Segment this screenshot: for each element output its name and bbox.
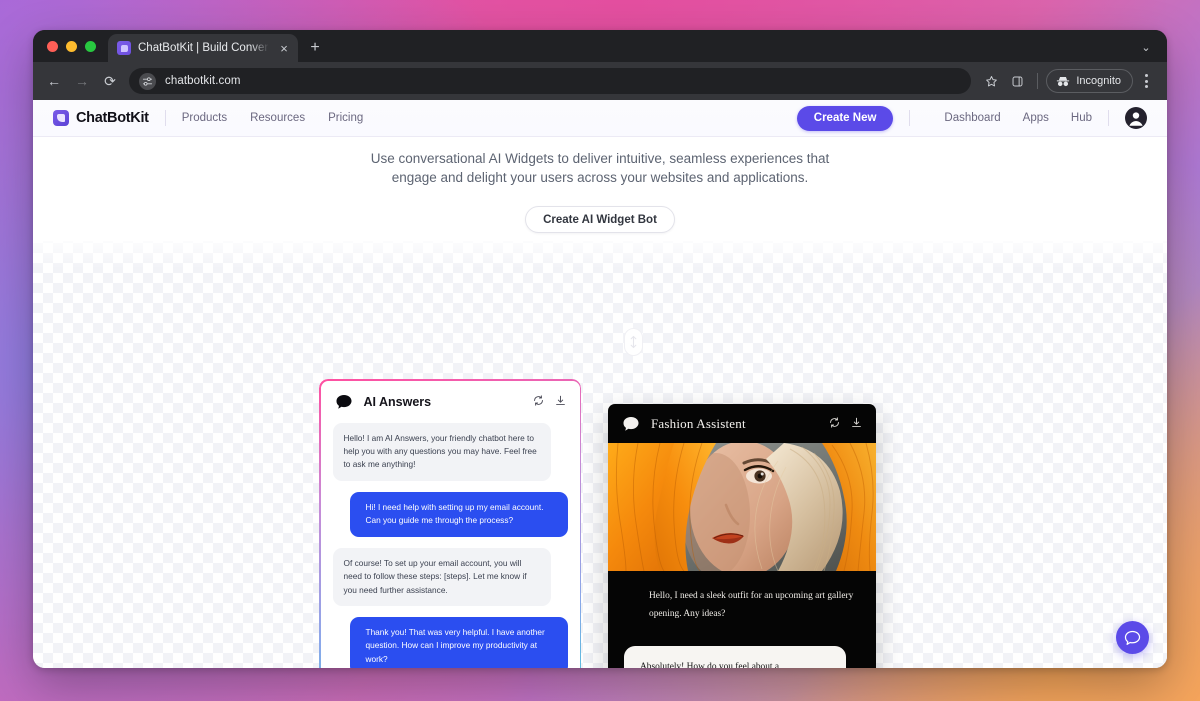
header-divider-2 xyxy=(909,110,911,126)
browser-menu-icon[interactable] xyxy=(1135,69,1157,93)
ai-answers-widget[interactable]: AI Answers Hello! I am AI Answers, your … xyxy=(319,379,581,668)
browser-window: ChatBotKit | Build Conversati × + ⌄ ← → … xyxy=(33,30,1167,668)
download-icon[interactable] xyxy=(555,393,566,411)
bookmark-star-icon[interactable] xyxy=(979,69,1003,93)
refresh-icon[interactable] xyxy=(829,415,840,433)
browser-toolbar: ← → ⟳ chatbotkit.com Incognito xyxy=(33,62,1167,100)
tab-title: ChatBotKit | Build Conversati xyxy=(138,42,269,54)
chat-message-user: Hi! I need help with setting up my email… xyxy=(349,491,568,537)
side-panel-icon[interactable] xyxy=(1005,69,1029,93)
browser-tab[interactable]: ChatBotKit | Build Conversati × xyxy=(108,34,298,62)
close-tab-icon[interactable]: × xyxy=(276,40,292,56)
ai-answers-widget-actions xyxy=(533,393,566,411)
nav-item-hub[interactable]: Hub xyxy=(1071,112,1092,124)
speech-bubble-icon xyxy=(335,394,353,410)
toolbar-divider xyxy=(1037,73,1039,89)
address-bar[interactable]: chatbotkit.com xyxy=(129,68,972,94)
new-tab-icon[interactable]: + xyxy=(302,34,328,62)
brand-name: ChatBotKit xyxy=(76,110,149,126)
ai-answers-widget-header: AI Answers xyxy=(321,381,580,419)
header-divider-3 xyxy=(1108,110,1109,126)
download-icon[interactable] xyxy=(851,415,862,433)
chat-message-user: Thank you! That was very helpful. I have… xyxy=(349,617,568,668)
nav-item-pricing[interactable]: Pricing xyxy=(328,112,363,124)
ai-answers-widget-inner: AI Answers Hello! I am AI Answers, your … xyxy=(320,380,580,668)
widget-preview-canvas: AI Answers Hello! I am AI Answers, your … xyxy=(33,233,1167,668)
forward-button[interactable]: → xyxy=(69,68,95,94)
chatbotkit-favicon xyxy=(117,41,131,55)
ai-answers-message-list: Hello! I am AI Answers, your friendly ch… xyxy=(321,419,580,668)
avatar[interactable] xyxy=(1125,107,1147,129)
site-header: ChatBotKit Products Resources Pricing Cr… xyxy=(33,100,1167,137)
minimize-window-button[interactable] xyxy=(66,40,77,52)
nav-item-products[interactable]: Products xyxy=(182,112,227,124)
brand-logo[interactable]: ChatBotKit xyxy=(53,110,149,126)
chat-message-bot: Hello! I am AI Answers, your friendly ch… xyxy=(332,422,551,481)
primary-nav: Products Resources Pricing xyxy=(182,112,364,124)
tab-strip: ChatBotKit | Build Conversati × + ⌄ xyxy=(33,30,1167,62)
chevron-down-icon[interactable]: ⌄ xyxy=(1135,36,1157,58)
create-ai-widget-bot-button[interactable]: Create AI Widget Bot xyxy=(525,206,675,234)
reload-button[interactable]: ⟳ xyxy=(97,68,123,94)
chat-message-user: Hello, I need a sleek outfit for an upco… xyxy=(649,591,854,620)
hero-subtitle: Use conversational AI Widgets to deliver… xyxy=(370,151,830,185)
nav-item-dashboard[interactable]: Dashboard xyxy=(944,112,1000,124)
refresh-icon[interactable] xyxy=(533,393,544,411)
incognito-label: Incognito xyxy=(1076,75,1121,87)
vertical-resize-handle[interactable] xyxy=(624,328,643,356)
maximize-window-button[interactable] xyxy=(85,40,96,52)
avatar-icon xyxy=(1125,107,1147,129)
address-bar-url: chatbotkit.com xyxy=(165,75,241,87)
chatbotkit-logo-icon xyxy=(53,110,69,126)
ai-answers-widget-title: AI Answers xyxy=(363,394,432,409)
speech-bubble-icon xyxy=(622,416,640,432)
nav-item-apps[interactable]: Apps xyxy=(1023,112,1049,124)
fashion-assistent-widget-actions xyxy=(829,415,862,433)
fashion-assistent-message-list: Hello, I need a sleek outfit for an upco… xyxy=(608,571,876,668)
hero-section: Use conversational AI Widgets to deliver… xyxy=(33,137,1167,242)
chat-message-bot: Absolutely! How do you feel about a soph… xyxy=(624,645,846,668)
fashion-assistent-widget-header: Fashion Assistent xyxy=(608,404,876,443)
page-viewport: ChatBotKit Products Resources Pricing Cr… xyxy=(33,100,1167,668)
incognito-indicator[interactable]: Incognito xyxy=(1046,69,1133,93)
chat-message-bot: Of course! To set up your email account,… xyxy=(332,547,551,606)
fashion-assistent-widget[interactable]: Fashion Assistent Hello, I need a sleek … xyxy=(608,404,876,668)
create-new-button[interactable]: Create New xyxy=(796,105,894,131)
nav-item-resources[interactable]: Resources xyxy=(250,112,305,124)
fashion-assistent-widget-title: Fashion Assistent xyxy=(651,416,746,431)
fashion-model-photo xyxy=(608,443,876,571)
close-window-button[interactable] xyxy=(47,40,58,52)
site-settings-icon[interactable] xyxy=(139,72,156,90)
back-button[interactable]: ← xyxy=(41,68,67,94)
chat-launcher-button[interactable] xyxy=(1116,621,1149,654)
window-traffic-lights xyxy=(43,30,108,62)
header-divider xyxy=(164,110,166,126)
secondary-nav: Dashboard Apps Hub xyxy=(944,112,1092,124)
